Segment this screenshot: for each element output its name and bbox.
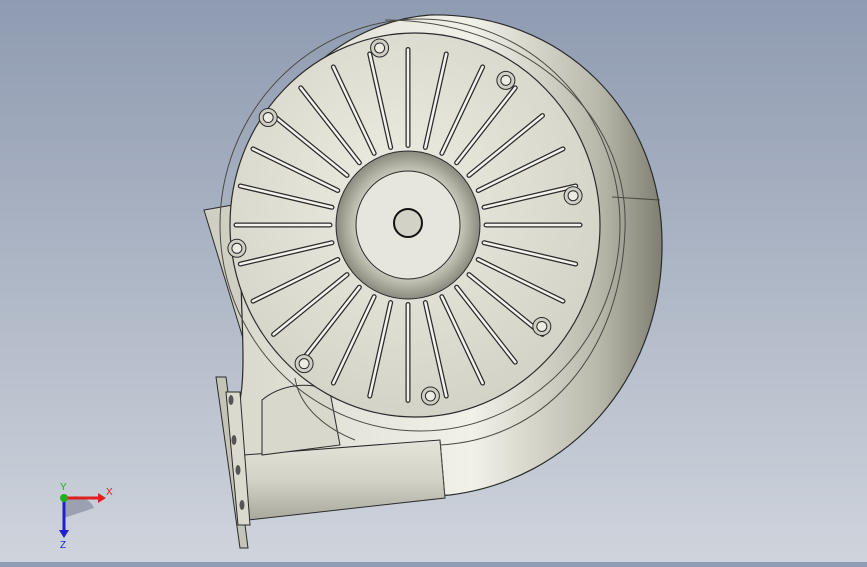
bolt-hole-inner — [536, 320, 548, 332]
y-axis-dot — [60, 494, 68, 502]
flange-hole — [228, 395, 234, 405]
bolt-hole-inner — [262, 112, 274, 124]
shaft-hole[interactable] — [393, 208, 423, 238]
flange-hole — [231, 435, 237, 445]
y-axis-label: Y — [60, 482, 67, 493]
axis-triad: X Y Z — [59, 482, 113, 548]
bolt-hole-inner — [298, 358, 310, 370]
bolt-hole-inner — [500, 74, 512, 86]
x-axis-arrow — [98, 493, 106, 503]
flange-hole — [235, 465, 241, 475]
bolt-hole-inner — [374, 42, 386, 54]
z-axis-label: Z — [60, 540, 66, 548]
bolt-hole-inner — [424, 390, 436, 402]
flange-hole — [239, 500, 245, 510]
bolt-hole-inner — [567, 190, 579, 202]
graphics-viewport[interactable]: X Y Z — [0, 0, 867, 562]
bolt-hole-inner — [231, 242, 243, 254]
blower-model[interactable] — [0, 0, 867, 562]
x-axis-label: X — [106, 487, 113, 498]
z-axis-arrow — [59, 530, 69, 538]
